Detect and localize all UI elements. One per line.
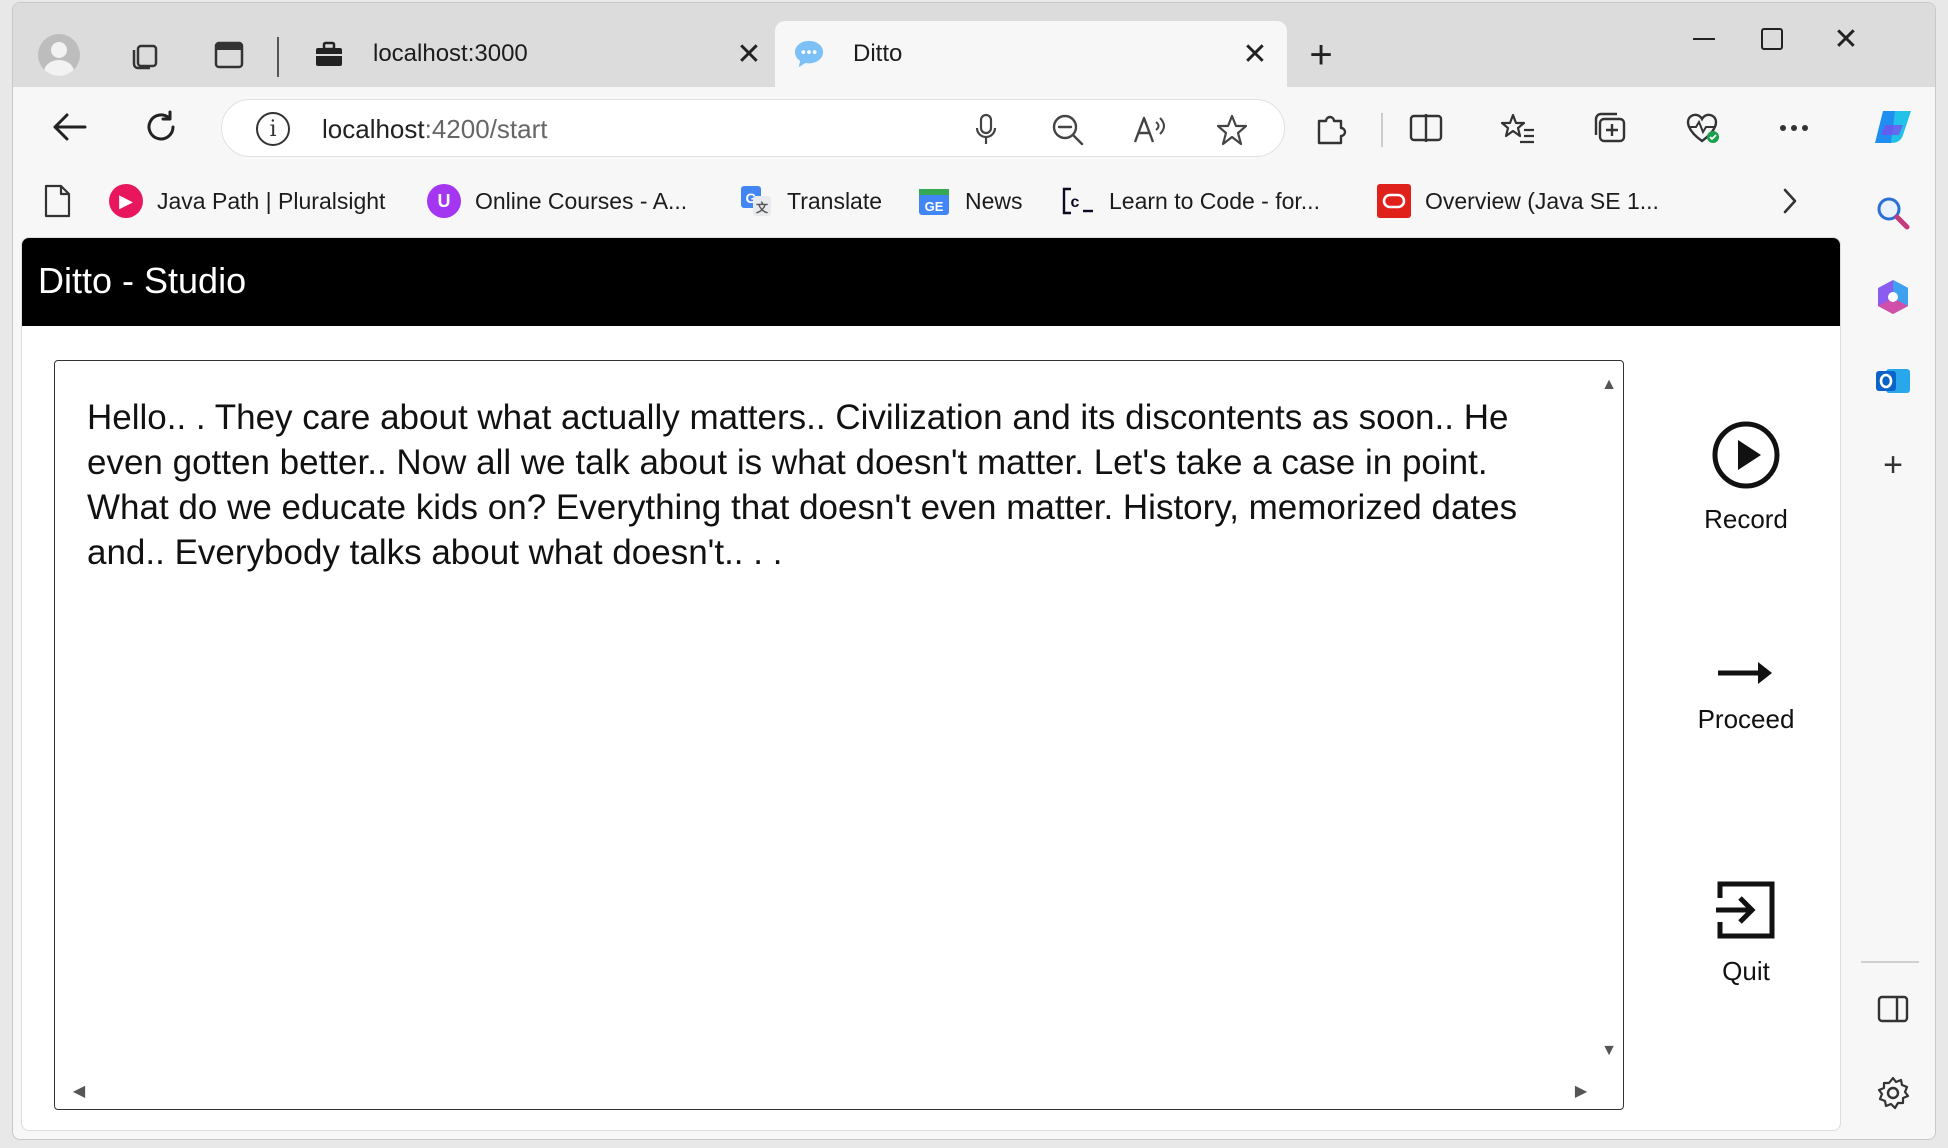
browser-toolbar: i localhost:4200/start bbox=[13, 87, 1849, 167]
bookmark-news[interactable]: GE News bbox=[917, 181, 1023, 221]
minimize-icon[interactable] bbox=[1675, 17, 1733, 61]
scroll-right-arrow-icon[interactable]: ▶ bbox=[1571, 1081, 1591, 1101]
more-options-icon[interactable] bbox=[1771, 105, 1817, 151]
avatar-icon bbox=[38, 34, 80, 76]
transcript-textarea[interactable]: Hello.. . They care about what actually … bbox=[54, 360, 1624, 1110]
record-button[interactable]: Record bbox=[1676, 420, 1816, 535]
bookmark-translate[interactable]: G文 Translate bbox=[739, 181, 882, 221]
briefcase-icon bbox=[313, 38, 345, 70]
arrow-right-icon bbox=[1718, 662, 1772, 684]
site-info-icon[interactable]: i bbox=[256, 112, 290, 146]
favorites-icon[interactable] bbox=[1495, 105, 1541, 151]
vertical-tabs-icon[interactable] bbox=[207, 33, 251, 77]
pluralsight-icon: ▶ bbox=[109, 184, 143, 218]
bookmarks-bar: ▶ Java Path | Pluralsight U Online Cours… bbox=[13, 167, 1849, 233]
microphone-icon[interactable] bbox=[966, 110, 1006, 150]
settings-gear-icon[interactable] bbox=[1871, 1071, 1915, 1115]
collections-icon[interactable] bbox=[1587, 105, 1633, 151]
other-favorites-icon[interactable] bbox=[43, 181, 71, 221]
scroll-left-arrow-icon[interactable]: ◀ bbox=[69, 1081, 89, 1101]
translate-icon: G文 bbox=[739, 184, 773, 218]
split-screen-icon[interactable] bbox=[1403, 105, 1449, 151]
bookmark-pluralsight[interactable]: ▶ Java Path | Pluralsight bbox=[109, 181, 385, 221]
scroll-down-arrow-icon[interactable]: ▼ bbox=[1599, 1041, 1619, 1061]
record-label: Record bbox=[1704, 504, 1788, 534]
tab-title: localhost:3000 bbox=[373, 40, 528, 67]
copilot-icon[interactable] bbox=[1871, 105, 1915, 149]
proceed-label: Proceed bbox=[1697, 704, 1795, 734]
copilot-hexagon-icon[interactable] bbox=[1871, 275, 1915, 319]
freecodecamp-icon: c bbox=[1061, 184, 1095, 218]
sidebar-divider bbox=[1861, 961, 1919, 963]
tab-strip: localhost:3000 ✕ Ditto ✕ + ✕ bbox=[13, 3, 1935, 87]
bookmark-freecodecamp[interactable]: c Learn to Code - for... bbox=[1061, 181, 1320, 221]
app-header: Ditto - Studio bbox=[22, 238, 1840, 326]
address-url[interactable]: localhost:4200/start bbox=[322, 114, 547, 145]
back-icon[interactable] bbox=[43, 101, 95, 153]
hide-sidebar-icon[interactable] bbox=[1871, 987, 1915, 1031]
web-page: Ditto - Studio Hello.. . They care about… bbox=[21, 237, 1841, 1131]
workspaces-icon[interactable] bbox=[123, 33, 167, 77]
oracle-icon bbox=[1377, 184, 1411, 218]
search-sidebar-icon[interactable] bbox=[1871, 191, 1915, 235]
proceed-button[interactable]: Proceed bbox=[1676, 656, 1816, 735]
outlook-icon[interactable] bbox=[1871, 359, 1915, 403]
browser-essentials-icon[interactable] bbox=[1679, 105, 1725, 151]
toolbar-divider bbox=[1381, 113, 1383, 147]
svg-text:文: 文 bbox=[756, 200, 769, 215]
refresh-icon[interactable] bbox=[135, 101, 187, 153]
tab-localhost-3000[interactable]: localhost:3000 ✕ bbox=[295, 21, 781, 87]
bookmark-oracle[interactable]: Overview (Java SE 1... bbox=[1377, 181, 1659, 221]
tab-title: Ditto bbox=[853, 40, 903, 67]
close-window-icon[interactable]: ✕ bbox=[1817, 17, 1875, 61]
new-tab-button[interactable]: + bbox=[1299, 33, 1343, 77]
address-bar[interactable]: i localhost:4200/start bbox=[221, 99, 1285, 157]
svg-text:GE: GE bbox=[925, 199, 944, 214]
read-aloud-icon[interactable] bbox=[1130, 110, 1170, 150]
svg-text:c: c bbox=[1071, 194, 1080, 211]
news-icon: GE bbox=[917, 184, 951, 218]
browser-window: localhost:3000 ✕ Ditto ✕ + ✕ i localhost… bbox=[12, 2, 1936, 1140]
profile-avatar[interactable] bbox=[37, 33, 81, 77]
close-tab-icon[interactable]: ✕ bbox=[1235, 34, 1275, 74]
zoom-out-icon[interactable] bbox=[1048, 110, 1088, 150]
browser-sidebar: + bbox=[1849, 87, 1935, 1139]
bookmark-udemy[interactable]: U Online Courses - A... bbox=[427, 181, 687, 221]
favorite-star-icon[interactable] bbox=[1212, 110, 1252, 150]
maximize-icon[interactable] bbox=[1743, 17, 1801, 61]
scroll-up-arrow-icon[interactable]: ▲ bbox=[1599, 375, 1619, 395]
quit-button[interactable]: Quit bbox=[1676, 878, 1816, 987]
extensions-icon[interactable] bbox=[1307, 105, 1353, 151]
tab-separator bbox=[277, 37, 279, 77]
add-sidebar-app-icon[interactable]: + bbox=[1871, 443, 1915, 487]
play-circle-icon bbox=[1712, 421, 1780, 489]
bookmarks-overflow-chevron-icon[interactable] bbox=[1781, 181, 1799, 221]
chat-bubble-icon bbox=[793, 38, 825, 70]
tab-ditto[interactable]: Ditto ✕ bbox=[775, 21, 1287, 87]
udemy-icon: U bbox=[427, 184, 461, 218]
quit-label: Quit bbox=[1722, 956, 1770, 986]
transcript-text[interactable]: Hello.. . They care about what actually … bbox=[87, 395, 1547, 575]
exit-icon bbox=[1716, 881, 1775, 939]
app-title: Ditto - Studio bbox=[38, 260, 247, 301]
close-tab-icon[interactable]: ✕ bbox=[729, 34, 769, 74]
